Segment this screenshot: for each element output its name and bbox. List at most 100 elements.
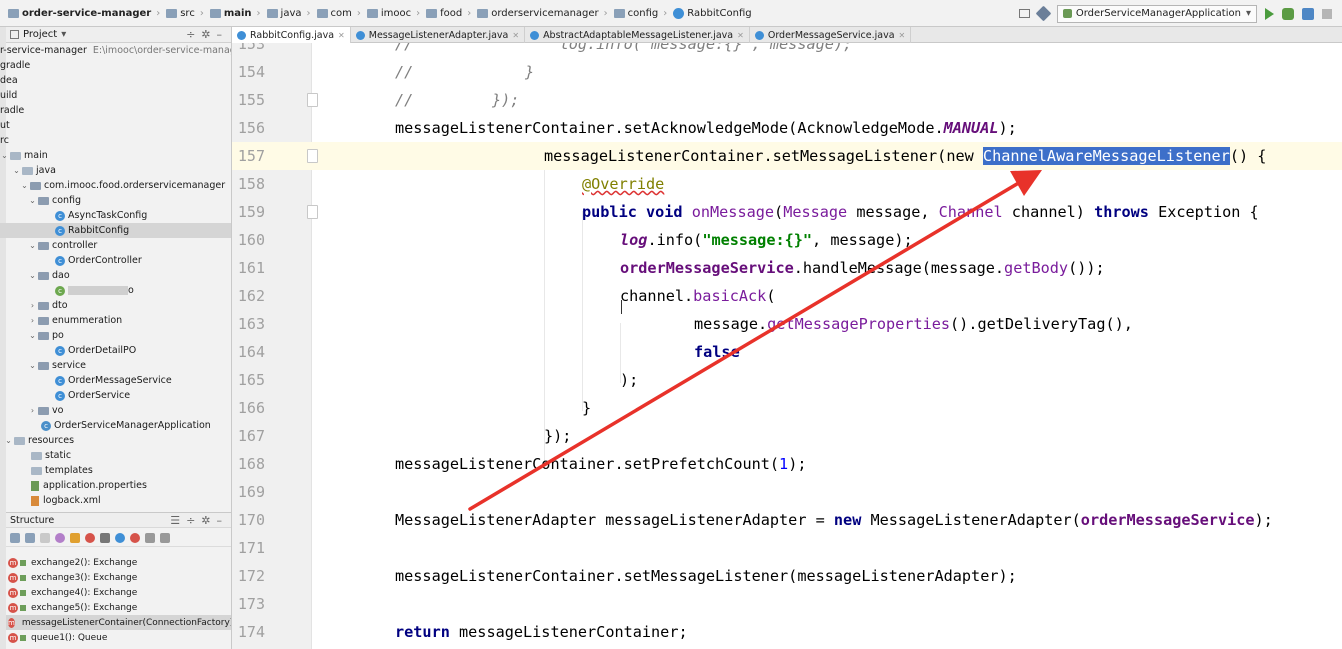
tree-item-application-properties[interactable]: application.properties <box>0 478 231 493</box>
chevron-down-icon[interactable]: ⌄ <box>28 361 37 370</box>
breadcrumb-src[interactable]: src › <box>160 8 204 19</box>
expand-all-icon[interactable] <box>145 532 155 543</box>
folder-icon <box>8 8 19 18</box>
show-lambdas-icon[interactable] <box>130 532 140 543</box>
breadcrumb-orderservicemanager[interactable]: orderservicemanager › <box>471 8 608 19</box>
run-icon[interactable] <box>1265 7 1274 20</box>
structure-panel-header[interactable]: Structure ☰÷✲– <box>6 512 231 528</box>
close-icon[interactable]: ✕ <box>512 31 519 40</box>
tree-item-orderservice[interactable]: c OrderService <box>0 388 231 403</box>
show-classes-icon[interactable] <box>115 532 125 543</box>
tree-item-gradle[interactable]: gradle <box>0 58 231 73</box>
tree-item-config[interactable]: ⌄ config <box>0 193 231 208</box>
tree-item-po[interactable]: ⌄ po <box>0 328 231 343</box>
show-properties-icon[interactable] <box>55 532 65 543</box>
build-hammer-icon[interactable] <box>1035 5 1052 22</box>
chevron-down-icon[interactable]: ⌄ <box>28 331 37 340</box>
show-methods-icon[interactable] <box>85 532 95 543</box>
chevron-down-icon[interactable]: ⌄ <box>4 436 13 445</box>
tree-item-java[interactable]: ⌄ java <box>0 163 231 178</box>
stop-icon[interactable] <box>1322 8 1332 19</box>
selected-text[interactable]: ChannelAwareMessageListener <box>982 147 1230 165</box>
sort-visibility-icon[interactable] <box>25 532 35 543</box>
tree-item-package[interactable]: ⌄ com.imooc.food.orderservicemanager <box>0 178 231 193</box>
breadcrumb-com[interactable]: com › <box>311 8 361 19</box>
chevron-right-icon[interactable]: › <box>28 406 37 415</box>
panel-tools[interactable]: ÷✲– <box>186 28 228 41</box>
debug-icon[interactable] <box>1282 7 1294 20</box>
tree-item-dto[interactable]: › dto <box>0 298 231 313</box>
chevron-right-icon[interactable]: › <box>28 316 37 325</box>
tree-item-vo[interactable]: › vo <box>0 403 231 418</box>
chevron-down-icon[interactable]: ⌄ <box>28 241 37 250</box>
tree-item-orderdetailpo[interactable]: c OrderDetailPO <box>0 343 231 358</box>
breadcrumb-imooc[interactable]: imooc › <box>361 8 420 19</box>
close-icon[interactable]: ✕ <box>899 31 906 40</box>
package-icon <box>38 316 49 325</box>
resources-folder-icon <box>14 436 25 445</box>
structure-item[interactable]: m exchange4(): Exchange <box>6 585 231 600</box>
breadcrumb-food[interactable]: food › <box>420 8 471 19</box>
tree-item-out[interactable]: ut <box>0 118 231 133</box>
structure-item[interactable]: m queue1(): Queue <box>6 630 231 645</box>
structure-item[interactable]: m exchange2(): Exchange <box>6 555 231 570</box>
collapse-all-icon[interactable] <box>160 532 170 543</box>
tree-item-build[interactable]: uild <box>0 88 231 103</box>
show-fields-icon[interactable] <box>70 532 80 543</box>
tree-item-asynctaskconfig[interactable]: c AsyncTaskConfig <box>0 208 231 223</box>
breadcrumb-rabbitconfig[interactable]: RabbitConfig <box>667 7 752 19</box>
tree-item-static[interactable]: static <box>0 448 231 463</box>
chevron-right-icon[interactable]: › <box>28 301 37 310</box>
close-icon[interactable]: ✕ <box>338 31 345 40</box>
fold-marker-icon[interactable] <box>307 205 318 219</box>
class-icon: c <box>55 375 65 386</box>
tab-abstractadaptablemessagelistener[interactable]: AbstractAdaptableMessageListener.java ✕ <box>525 27 750 43</box>
tree-item-enummeration[interactable]: › enummeration <box>0 313 231 328</box>
tree-item-service[interactable]: ⌄ service <box>0 358 231 373</box>
fold-marker-icon[interactable] <box>307 149 318 163</box>
chevron-down-icon[interactable]: ⌄ <box>12 166 21 175</box>
fold-marker-icon[interactable] <box>307 93 318 107</box>
structure-item[interactable]: m exchange3(): Exchange <box>6 570 231 585</box>
tree-item-gradle-dir[interactable]: radle <box>0 103 231 118</box>
tree-item-blurred-dao-class[interactable]: co <box>0 283 231 298</box>
show-inherited-icon[interactable] <box>40 532 50 543</box>
tree-item-controller[interactable]: ⌄ controller <box>0 238 231 253</box>
tree-item-project-root[interactable]: r-service-manager E:\imooc\order-service-… <box>0 43 231 58</box>
tab-messagelisteneradapter[interactable]: MessageListenerAdapter.java ✕ <box>351 27 526 43</box>
coverage-icon[interactable] <box>1302 7 1314 20</box>
public-icon <box>20 604 26 611</box>
tree-item-dao[interactable]: ⌄ dao <box>0 268 231 283</box>
tree-item-application-class[interactable]: c OrderServiceManagerApplication <box>0 418 231 433</box>
window-icon[interactable] <box>1018 9 1030 18</box>
sort-alpha-icon[interactable] <box>10 532 20 543</box>
run-configuration-select[interactable]: OrderServiceManagerApplication ▾ <box>1056 4 1257 23</box>
tree-item-resources[interactable]: ⌄ resources <box>0 433 231 448</box>
breadcrumb-java[interactable]: java › <box>261 8 311 19</box>
tree-item-logback-xml[interactable]: logback.xml <box>0 493 231 508</box>
project-panel-header[interactable]: Project ▾ ÷✲– <box>6 27 231 43</box>
chevron-down-icon[interactable]: ⌄ <box>28 271 37 280</box>
tab-rabbitconfig[interactable]: RabbitConfig.java ✕ <box>232 27 351 43</box>
tree-item-idea[interactable]: dea <box>0 73 231 88</box>
filter-icon[interactable] <box>100 532 110 543</box>
tree-item-src[interactable]: rc <box>0 133 231 148</box>
chevron-down-icon[interactable]: ⌄ <box>20 181 29 190</box>
code-editor[interactable]: 153 // log.info("message:{}", message); … <box>232 43 1342 649</box>
tab-ordermessageservice[interactable]: OrderMessageService.java ✕ <box>750 27 912 43</box>
spring-boot-class-icon: c <box>41 420 51 431</box>
tree-item-main[interactable]: ⌄ main <box>0 148 231 163</box>
chevron-down-icon[interactable]: ⌄ <box>0 151 9 160</box>
breadcrumb-config[interactable]: config › <box>608 8 667 19</box>
chevron-down-icon[interactable]: ⌄ <box>28 196 37 205</box>
panel-tools[interactable]: ☰÷✲– <box>170 514 228 527</box>
breadcrumb-main[interactable]: main › <box>204 8 261 19</box>
tree-item-templates[interactable]: templates <box>0 463 231 478</box>
structure-item[interactable]: m exchange5(): Exchange <box>6 600 231 615</box>
tree-item-ordermessageservice[interactable]: c OrderMessageService <box>0 373 231 388</box>
tree-item-rabbitconfig[interactable]: c RabbitConfig <box>0 223 231 238</box>
structure-item-selected[interactable]: m messageListenerContainer(ConnectionFact… <box>6 615 231 630</box>
close-icon[interactable]: ✕ <box>737 31 744 40</box>
breadcrumb-project[interactable]: order-service-manager › <box>2 8 160 19</box>
tree-item-ordercontroller[interactable]: c OrderController <box>0 253 231 268</box>
